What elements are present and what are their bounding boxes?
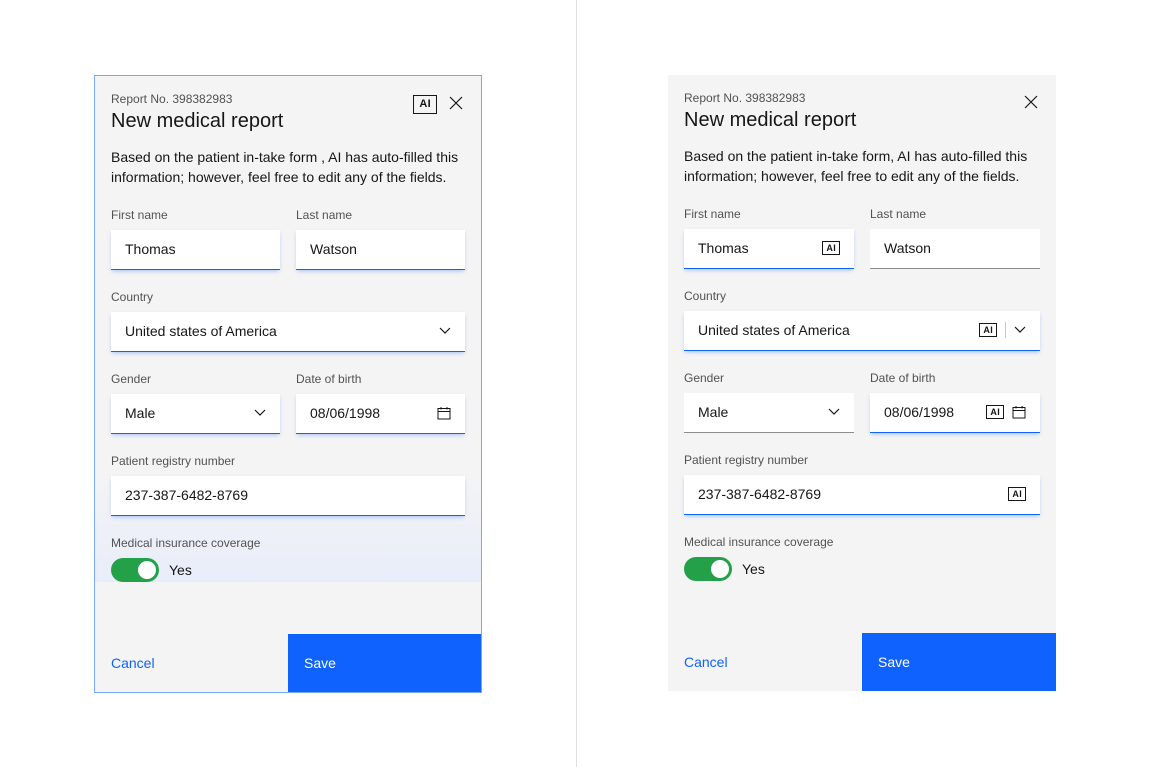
- calendar-icon[interactable]: [1012, 405, 1026, 419]
- prn-input[interactable]: 237-387-6482-8769 AI: [684, 475, 1040, 515]
- card-footer: Cancel Save: [95, 634, 481, 692]
- dob-field: Date of birth 08/06/1998 AI: [870, 371, 1040, 433]
- report-card-variant-a: Report No. 398382983 New medical report …: [94, 75, 482, 693]
- card-footer: Cancel Save: [668, 633, 1056, 691]
- coverage-label: Medical insurance coverage: [111, 536, 465, 550]
- last-name-field: Last name Watson: [870, 207, 1040, 269]
- chevron-down-icon: [828, 406, 840, 418]
- save-button[interactable]: Save: [862, 633, 1056, 691]
- country-label: Country: [684, 289, 1040, 303]
- first-name-input[interactable]: Thomas AI: [684, 229, 854, 269]
- coverage-field: Medical insurance coverage Yes: [111, 536, 465, 582]
- gender-select[interactable]: Male: [684, 393, 854, 433]
- cancel-button[interactable]: Cancel: [95, 634, 288, 692]
- gender-label: Gender: [684, 371, 854, 385]
- page-title: New medical report: [684, 109, 1022, 132]
- cancel-button[interactable]: Cancel: [668, 633, 862, 691]
- last-name-input[interactable]: Watson: [870, 229, 1040, 269]
- chevron-down-icon: [1014, 324, 1026, 336]
- first-name-field: First name Thomas AI: [684, 207, 854, 269]
- gender-field: Gender Male: [111, 372, 280, 434]
- first-name-input[interactable]: Thomas: [111, 230, 280, 270]
- coverage-label: Medical insurance coverage: [684, 535, 1040, 549]
- report-card-variant-b: Report No. 398382983 New medical report …: [668, 75, 1056, 691]
- ai-tag-icon: AI: [986, 405, 1004, 419]
- country-select[interactable]: United states of America AI: [684, 311, 1040, 351]
- coverage-toggle[interactable]: [684, 557, 732, 581]
- last-name-label: Last name: [296, 208, 465, 222]
- country-field: Country United states of America: [111, 290, 465, 352]
- dob-field: Date of birth 08/06/1998: [296, 372, 465, 434]
- calendar-icon[interactable]: [437, 406, 451, 420]
- country-select[interactable]: United states of America: [111, 312, 465, 352]
- close-icon[interactable]: [447, 94, 465, 115]
- dob-label: Date of birth: [296, 372, 465, 386]
- close-icon[interactable]: [1022, 93, 1040, 114]
- gender-select[interactable]: Male: [111, 394, 280, 434]
- dob-input[interactable]: 08/06/1998: [296, 394, 465, 434]
- coverage-field: Medical insurance coverage Yes: [684, 535, 1040, 581]
- gender-field: Gender Male: [684, 371, 854, 433]
- prn-field: Patient registry number 237-387-6482-876…: [111, 454, 465, 516]
- last-name-input[interactable]: Watson: [296, 230, 465, 270]
- first-name-label: First name: [111, 208, 280, 222]
- report-number: Report No. 398382983: [684, 91, 1022, 105]
- country-field: Country United states of America AI: [684, 289, 1040, 351]
- ai-tag-icon: AI: [979, 323, 997, 337]
- first-name-label: First name: [684, 207, 854, 221]
- ai-tag-icon: AI: [1008, 487, 1026, 501]
- coverage-value: Yes: [742, 561, 765, 577]
- chevron-down-icon: [439, 325, 451, 337]
- last-name-field: Last name Watson: [296, 208, 465, 270]
- card-header: Report No. 398382983 New medical report: [684, 91, 1040, 146]
- prn-label: Patient registry number: [111, 454, 465, 468]
- description-text: Based on the patient in-take form, AI ha…: [684, 146, 1040, 187]
- prn-field: Patient registry number 237-387-6482-876…: [684, 453, 1040, 515]
- report-number: Report No. 398382983: [111, 92, 413, 106]
- page-title: New medical report: [111, 110, 413, 133]
- separator: [1005, 322, 1006, 338]
- first-name-field: First name Thomas: [111, 208, 280, 270]
- ai-badge: AI: [413, 95, 437, 114]
- prn-label: Patient registry number: [684, 453, 1040, 467]
- coverage-toggle[interactable]: [111, 558, 159, 582]
- country-label: Country: [111, 290, 465, 304]
- chevron-down-icon: [254, 407, 266, 419]
- coverage-value: Yes: [169, 562, 192, 578]
- dob-label: Date of birth: [870, 371, 1040, 385]
- ai-tag-icon: AI: [822, 241, 840, 255]
- gender-label: Gender: [111, 372, 280, 386]
- prn-input[interactable]: 237-387-6482-8769: [111, 476, 465, 516]
- dob-input[interactable]: 08/06/1998 AI: [870, 393, 1040, 433]
- save-button[interactable]: Save: [288, 634, 481, 692]
- last-name-label: Last name: [870, 207, 1040, 221]
- vertical-divider: [576, 0, 577, 767]
- card-header: Report No. 398382983 New medical report …: [111, 92, 465, 147]
- description-text: Based on the patient in-take form , AI h…: [111, 147, 465, 188]
